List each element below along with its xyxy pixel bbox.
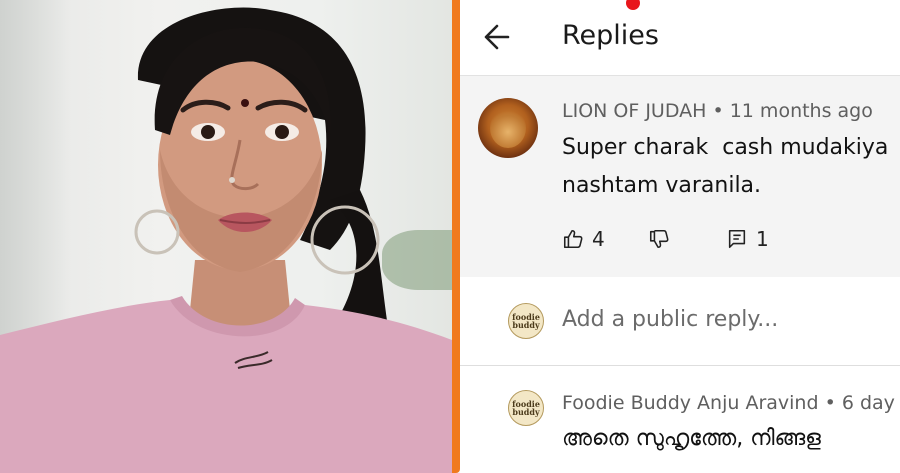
add-reply-bar: foodie buddy Add a public reply... (460, 277, 900, 365)
woman-illustration (0, 7, 452, 473)
lion-image (490, 108, 526, 148)
separator-dot: • (712, 100, 730, 122)
comment-text-line-2: nashtam varanila. (562, 173, 762, 198)
thumbs-down-icon (649, 229, 669, 249)
comment-item: LION OF JUDAH • 11 months ago Super char… (460, 77, 900, 277)
reply-comment-icon (728, 229, 746, 249)
like-count: 4 (592, 227, 605, 251)
youtube-replies-panel: Replies LION OF JUDAH • 11 months ago Su… (452, 0, 900, 473)
avatar[interactable] (478, 98, 538, 158)
orange-frame-border (452, 0, 460, 473)
reply-count-button[interactable]: 1 (726, 225, 769, 253)
reply-count: 1 (756, 227, 769, 251)
page-title: Replies (562, 20, 659, 51)
reply-input[interactable]: Add a public reply... (562, 307, 778, 332)
comment-meta: LION OF JUDAH • 11 months ago (562, 100, 873, 122)
comment-author[interactable]: LION OF JUDAH (562, 100, 706, 122)
reply-time: 6 day (841, 392, 895, 414)
reply-author[interactable]: Foodie Buddy Anju Aravind (562, 392, 819, 414)
reply-item: foodie buddy Foodie Buddy Anju Aravind •… (460, 366, 900, 473)
dislike-button[interactable] (648, 225, 670, 253)
reply-text: അതെ സുഹൃത്തേ, നിങ്ങള (562, 426, 821, 451)
like-button[interactable]: 4 (562, 225, 605, 253)
comment-actions: 4 1 (562, 225, 892, 253)
comment-time: 11 months ago (729, 100, 873, 122)
avatar-line-2: buddy (512, 320, 540, 330)
comment-text: Super charak cash mudakiya nashtam varani… (562, 129, 900, 205)
notification-dot (626, 0, 640, 10)
photo-woman (0, 0, 452, 473)
separator-dot: • (824, 392, 842, 414)
avatar[interactable]: foodie buddy (508, 303, 544, 339)
thumbs-up-icon (563, 229, 583, 249)
avatar[interactable]: foodie buddy (508, 390, 544, 426)
avatar-line-2: buddy (512, 407, 540, 417)
back-arrow-icon[interactable] (482, 20, 512, 54)
replies-header: Replies (460, 0, 900, 76)
comment-text-line-1: Super charak cash mudakiya (562, 135, 889, 160)
reply-meta: Foodie Buddy Anju Aravind • 6 day (562, 392, 895, 414)
